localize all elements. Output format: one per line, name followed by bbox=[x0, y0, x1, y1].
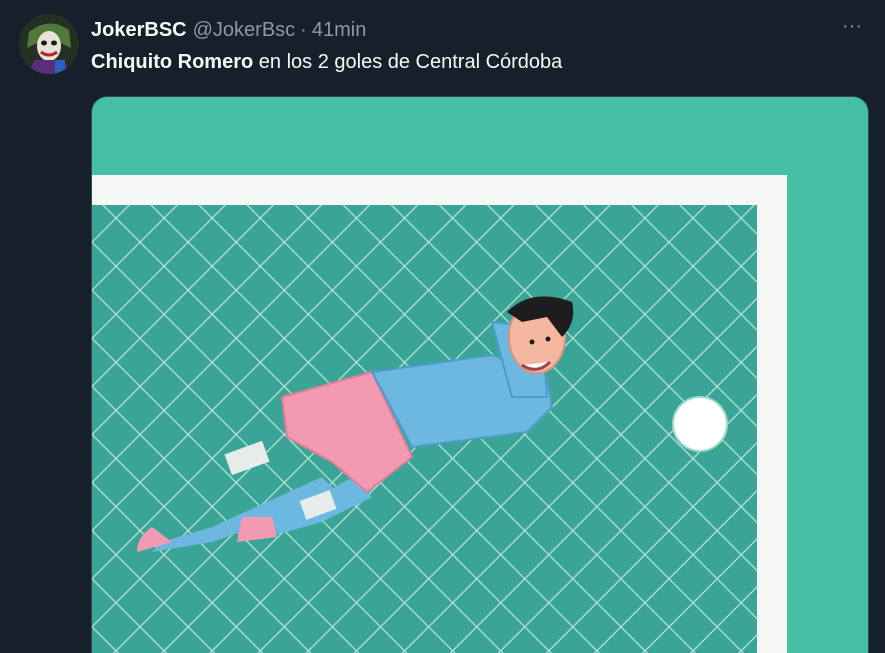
author-display-name[interactable]: JokerBSC bbox=[91, 19, 187, 42]
tweet-header: JokerBSC @JokerBsc · 41min bbox=[91, 18, 885, 42]
tweet-media-image[interactable] bbox=[91, 96, 869, 653]
avatar[interactable] bbox=[19, 14, 79, 74]
goal-post bbox=[757, 175, 787, 653]
ball bbox=[672, 396, 728, 452]
tweet-text-bold: Chiquito Romero bbox=[91, 51, 254, 73]
tweet-text: Chiquito Romero en los 2 goles de Centra… bbox=[91, 50, 562, 74]
author-handle[interactable]: @JokerBsc bbox=[193, 19, 296, 42]
goalkeeper-illustration bbox=[92, 97, 868, 653]
tweet-text-body: en los 2 goles de Central Córdoba bbox=[253, 51, 563, 73]
crossbar bbox=[92, 175, 787, 205]
joker-avatar-icon bbox=[19, 14, 79, 74]
more-options-icon[interactable]: ··· bbox=[839, 16, 865, 42]
tweet-timestamp[interactable]: 41min bbox=[312, 19, 366, 42]
separator-dot: · bbox=[300, 18, 307, 41]
